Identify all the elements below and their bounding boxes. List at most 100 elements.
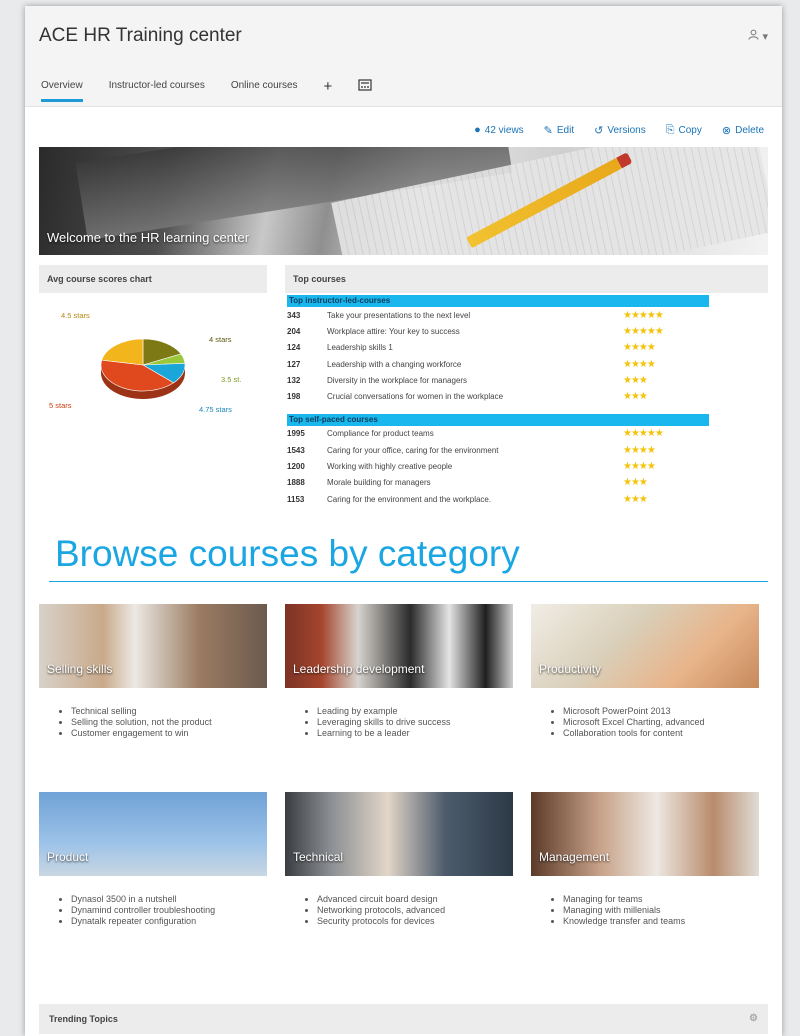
course-row[interactable]: 204 Workplace attire: Your key to success… <box>287 323 768 339</box>
edit-button[interactable]: ✎ Edit <box>544 124 574 137</box>
star-rating: ★★★★ <box>623 342 656 354</box>
list-item: Networking protocols, advanced <box>317 905 513 916</box>
course-row[interactable]: 1543 Caring for your office, caring for t… <box>287 442 768 458</box>
course-title: Working with highly creative people <box>327 462 453 472</box>
category-label[interactable]: Management <box>539 850 609 864</box>
course-row[interactable]: 1995 Compliance for product teams ★★★★★ <box>287 426 768 442</box>
course-row[interactable]: 127 Leadership with a changing workforce ★… <box>287 356 768 372</box>
edit-label: Edit <box>556 124 575 136</box>
category-image-productivity[interactable]: Productivity <box>531 604 759 689</box>
summary-section: Avg course scores chart 4.5 stars 4 star… <box>39 265 768 507</box>
list-item: Managing with millenials <box>563 905 759 916</box>
top-courses-title: Top courses <box>285 265 768 293</box>
list-item: Leading by example <box>317 706 513 717</box>
category-topic-list: Technical selling Selling the solution, … <box>57 706 267 739</box>
site-header: ACE HR Training center ▾ <box>25 6 782 66</box>
course-count: 124 <box>287 343 301 353</box>
self-paced-list: 1995 Compliance for product teams ★★★★★ 154… <box>287 426 768 507</box>
course-title: Diversity in the workplace for managers <box>327 375 468 385</box>
list-item: Leveraging skills to drive success <box>317 717 513 728</box>
category-label[interactable]: Productivity <box>539 662 601 676</box>
course-title: Compliance for product teams <box>327 429 434 439</box>
list-item: Dynasol 3500 in a nutshell <box>71 894 267 905</box>
category-card-selling-skills: Selling skills Technical selling Selling… <box>39 604 267 792</box>
pie-label-5-stars: 5 stars <box>49 401 72 410</box>
category-label[interactable]: Selling skills <box>47 662 112 676</box>
gear-icon[interactable]: ⚙ <box>749 1004 758 1034</box>
star-rating: ★★★★★ <box>623 309 664 321</box>
top-courses-table: Top instructor-led-courses 343 Take your … <box>287 295 768 507</box>
course-count: 343 <box>287 310 301 320</box>
category-card-management: Management Managing for teams Managing w… <box>531 792 759 980</box>
list-item: Dynamind controller troubleshooting <box>71 905 267 916</box>
category-label[interactable]: Technical <box>293 850 343 864</box>
star-rating: ★★★ <box>623 493 648 505</box>
copy-label: Copy <box>678 124 702 136</box>
add-page-icon[interactable]: + <box>324 78 333 95</box>
star-rating: ★★★★★ <box>623 428 664 440</box>
page-actions: ● 42 views ✎ Edit ↺ Versions ⎘ Copy ⊗ De… <box>25 113 782 147</box>
instructor-led-list: 343 Take your presentations to the next l… <box>287 307 768 405</box>
course-count: 1543 <box>287 445 305 455</box>
course-title: Caring for the environment and the workp… <box>327 494 492 504</box>
list-item: Collaboration tools for content <box>563 728 759 739</box>
pie-label-4-stars: 4 stars <box>209 335 232 344</box>
category-image-management[interactable]: Management <box>531 792 759 877</box>
course-count: 1200 <box>287 462 305 472</box>
site-nav: Overview Instructor-led courses Online c… <box>25 66 782 107</box>
history-icon: ↺ <box>594 124 604 137</box>
category-image-selling-skills[interactable]: Selling skills <box>39 604 267 689</box>
trending-topics-header: Trending Topics ⚙ <box>39 1004 768 1035</box>
delete-icon: ⊗ <box>721 124 732 137</box>
versions-button[interactable]: ↺ Versions <box>594 124 646 137</box>
course-row[interactable]: 132 Diversity in the workplace for manage… <box>287 372 768 388</box>
course-row[interactable]: 198 Crucial conversations for women in th… <box>287 388 768 404</box>
category-label[interactable]: Product <box>47 850 88 864</box>
category-topic-list: Leading by example Leveraging skills to … <box>303 706 513 739</box>
list-item: Managing for teams <box>563 894 759 905</box>
star-rating: ★★★ <box>623 391 648 403</box>
course-count: 198 <box>287 392 301 402</box>
eye-icon: ● <box>474 124 481 136</box>
trending-topics-title: Trending Topics <box>49 1014 118 1025</box>
browse-heading: Browse courses by category <box>55 533 520 575</box>
category-image-product[interactable]: Product <box>39 792 267 877</box>
tab-online-courses[interactable]: Online courses <box>231 66 298 106</box>
course-row[interactable]: 1888 Morale building for managers ★★★ <box>287 475 768 491</box>
pie-label-3-5-stars: 3.5 st. <box>221 375 242 384</box>
course-row[interactable]: 1200 Working with highly creative people ★… <box>287 458 768 474</box>
top-courses-panel: Top courses Top instructor-led-courses 3… <box>285 265 768 507</box>
course-row[interactable]: 1153 Caring for the environment and the w… <box>287 491 768 507</box>
category-label[interactable]: Leadership development <box>293 662 424 676</box>
pie-slice <box>101 338 144 366</box>
list-item: Customer engagement to win <box>71 728 267 739</box>
edit-links-icon[interactable] <box>358 78 372 95</box>
delete-button[interactable]: ⊗ Delete <box>722 124 764 137</box>
pie-label-4-5-stars: 4.5 stars <box>61 311 90 320</box>
list-item: Dynatalk repeater configuration <box>71 916 267 927</box>
trending-topics-panel: Trending Topics ⚙ conservation diversity… <box>39 1004 768 1036</box>
tab-overview[interactable]: Overview <box>41 66 83 106</box>
delete-label: Delete <box>735 124 764 136</box>
views-label: 42 views <box>484 124 524 136</box>
tab-instructor-led-courses[interactable]: Instructor-led courses <box>109 66 205 106</box>
self-paced-heading: Top self-paced courses <box>287 413 709 426</box>
user-menu[interactable]: ▾ <box>748 29 768 43</box>
course-row[interactable]: 124 Leadership skills 1 ★★★★ <box>287 340 768 356</box>
course-row[interactable]: 343 Take your presentations to the next l… <box>287 307 768 323</box>
chevron-down-icon: ▾ <box>762 30 768 43</box>
category-image-technical[interactable]: Technical <box>285 792 513 877</box>
copy-icon: ⎘ <box>665 123 675 136</box>
list-item: Selling the solution, not the product <box>71 717 267 728</box>
category-image-leadership[interactable]: Leadership development <box>285 604 513 689</box>
hero-banner: Welcome to the HR learning center <box>39 147 768 255</box>
list-item: Learning to be a leader <box>317 728 513 739</box>
course-count: 127 <box>287 359 301 369</box>
category-topic-list: Advanced circuit board design Networking… <box>303 894 513 927</box>
course-title: Workplace attire: Your key to success <box>327 326 460 336</box>
course-count: 1995 <box>287 429 305 439</box>
list-item: Knowledge transfer and teams <box>563 916 759 927</box>
category-card-product: Product Dynasol 3500 in a nutshell Dynam… <box>39 792 267 980</box>
copy-button[interactable]: ⎘ Copy <box>666 124 702 137</box>
category-card-technical: Technical Advanced circuit board design … <box>285 792 513 980</box>
